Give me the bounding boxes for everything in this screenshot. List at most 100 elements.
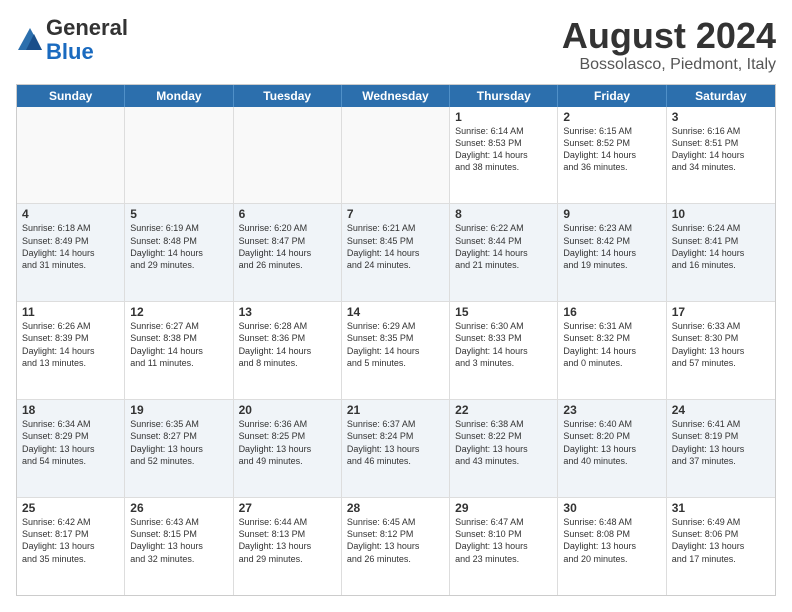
day-cell-20: 20Sunrise: 6:36 AM Sunset: 8:25 PM Dayli… <box>234 400 342 497</box>
day-number: 17 <box>672 305 770 319</box>
day-number: 28 <box>347 501 444 515</box>
day-info: Sunrise: 6:23 AM Sunset: 8:42 PM Dayligh… <box>563 222 660 271</box>
day-cell-26: 26Sunrise: 6:43 AM Sunset: 8:15 PM Dayli… <box>125 498 233 595</box>
day-info: Sunrise: 6:16 AM Sunset: 8:51 PM Dayligh… <box>672 125 770 174</box>
header-day-friday: Friday <box>558 85 666 107</box>
header-day-thursday: Thursday <box>450 85 558 107</box>
day-info: Sunrise: 6:20 AM Sunset: 8:47 PM Dayligh… <box>239 222 336 271</box>
day-number: 15 <box>455 305 552 319</box>
day-info: Sunrise: 6:47 AM Sunset: 8:10 PM Dayligh… <box>455 516 552 565</box>
day-info: Sunrise: 6:35 AM Sunset: 8:27 PM Dayligh… <box>130 418 227 467</box>
day-cell-6: 6Sunrise: 6:20 AM Sunset: 8:47 PM Daylig… <box>234 204 342 301</box>
day-number: 10 <box>672 207 770 221</box>
day-number: 20 <box>239 403 336 417</box>
day-cell-11: 11Sunrise: 6:26 AM Sunset: 8:39 PM Dayli… <box>17 302 125 399</box>
day-number: 25 <box>22 501 119 515</box>
day-cell-5: 5Sunrise: 6:19 AM Sunset: 8:48 PM Daylig… <box>125 204 233 301</box>
day-number: 19 <box>130 403 227 417</box>
day-number: 31 <box>672 501 770 515</box>
logo-blue-text: Blue <box>46 39 94 64</box>
day-info: Sunrise: 6:19 AM Sunset: 8:48 PM Dayligh… <box>130 222 227 271</box>
logo-icon <box>16 26 44 54</box>
day-number: 3 <box>672 110 770 124</box>
day-info: Sunrise: 6:27 AM Sunset: 8:38 PM Dayligh… <box>130 320 227 369</box>
day-info: Sunrise: 6:28 AM Sunset: 8:36 PM Dayligh… <box>239 320 336 369</box>
logo-general-text: General <box>46 15 128 40</box>
day-info: Sunrise: 6:44 AM Sunset: 8:13 PM Dayligh… <box>239 516 336 565</box>
day-cell-22: 22Sunrise: 6:38 AM Sunset: 8:22 PM Dayli… <box>450 400 558 497</box>
day-info: Sunrise: 6:33 AM Sunset: 8:30 PM Dayligh… <box>672 320 770 369</box>
day-cell-24: 24Sunrise: 6:41 AM Sunset: 8:19 PM Dayli… <box>667 400 775 497</box>
day-number: 4 <box>22 207 119 221</box>
calendar-row-5: 25Sunrise: 6:42 AM Sunset: 8:17 PM Dayli… <box>17 497 775 595</box>
day-number: 22 <box>455 403 552 417</box>
day-number: 30 <box>563 501 660 515</box>
day-cell-12: 12Sunrise: 6:27 AM Sunset: 8:38 PM Dayli… <box>125 302 233 399</box>
header-day-saturday: Saturday <box>667 85 775 107</box>
empty-cell <box>234 107 342 204</box>
day-info: Sunrise: 6:40 AM Sunset: 8:20 PM Dayligh… <box>563 418 660 467</box>
day-info: Sunrise: 6:22 AM Sunset: 8:44 PM Dayligh… <box>455 222 552 271</box>
day-cell-4: 4Sunrise: 6:18 AM Sunset: 8:49 PM Daylig… <box>17 204 125 301</box>
day-info: Sunrise: 6:26 AM Sunset: 8:39 PM Dayligh… <box>22 320 119 369</box>
day-info: Sunrise: 6:24 AM Sunset: 8:41 PM Dayligh… <box>672 222 770 271</box>
day-cell-30: 30Sunrise: 6:48 AM Sunset: 8:08 PM Dayli… <box>558 498 666 595</box>
day-cell-31: 31Sunrise: 6:49 AM Sunset: 8:06 PM Dayli… <box>667 498 775 595</box>
day-info: Sunrise: 6:48 AM Sunset: 8:08 PM Dayligh… <box>563 516 660 565</box>
day-cell-16: 16Sunrise: 6:31 AM Sunset: 8:32 PM Dayli… <box>558 302 666 399</box>
day-number: 7 <box>347 207 444 221</box>
day-info: Sunrise: 6:49 AM Sunset: 8:06 PM Dayligh… <box>672 516 770 565</box>
day-number: 5 <box>130 207 227 221</box>
day-info: Sunrise: 6:42 AM Sunset: 8:17 PM Dayligh… <box>22 516 119 565</box>
month-title: August 2024 <box>562 16 776 56</box>
day-number: 27 <box>239 501 336 515</box>
calendar-row-4: 18Sunrise: 6:34 AM Sunset: 8:29 PM Dayli… <box>17 399 775 497</box>
day-info: Sunrise: 6:15 AM Sunset: 8:52 PM Dayligh… <box>563 125 660 174</box>
day-cell-18: 18Sunrise: 6:34 AM Sunset: 8:29 PM Dayli… <box>17 400 125 497</box>
day-number: 23 <box>563 403 660 417</box>
day-info: Sunrise: 6:38 AM Sunset: 8:22 PM Dayligh… <box>455 418 552 467</box>
day-number: 6 <box>239 207 336 221</box>
day-number: 9 <box>563 207 660 221</box>
day-number: 11 <box>22 305 119 319</box>
day-info: Sunrise: 6:43 AM Sunset: 8:15 PM Dayligh… <box>130 516 227 565</box>
day-cell-10: 10Sunrise: 6:24 AM Sunset: 8:41 PM Dayli… <box>667 204 775 301</box>
day-cell-2: 2Sunrise: 6:15 AM Sunset: 8:52 PM Daylig… <box>558 107 666 204</box>
day-info: Sunrise: 6:18 AM Sunset: 8:49 PM Dayligh… <box>22 222 119 271</box>
day-info: Sunrise: 6:21 AM Sunset: 8:45 PM Dayligh… <box>347 222 444 271</box>
day-cell-28: 28Sunrise: 6:45 AM Sunset: 8:12 PM Dayli… <box>342 498 450 595</box>
day-number: 18 <box>22 403 119 417</box>
day-info: Sunrise: 6:45 AM Sunset: 8:12 PM Dayligh… <box>347 516 444 565</box>
day-cell-27: 27Sunrise: 6:44 AM Sunset: 8:13 PM Dayli… <box>234 498 342 595</box>
day-info: Sunrise: 6:31 AM Sunset: 8:32 PM Dayligh… <box>563 320 660 369</box>
day-cell-29: 29Sunrise: 6:47 AM Sunset: 8:10 PM Dayli… <box>450 498 558 595</box>
day-number: 13 <box>239 305 336 319</box>
header-day-wednesday: Wednesday <box>342 85 450 107</box>
calendar: SundayMondayTuesdayWednesdayThursdayFrid… <box>16 84 776 596</box>
header-day-monday: Monday <box>125 85 233 107</box>
header-day-sunday: Sunday <box>17 85 125 107</box>
page: General Blue August 2024 Bossolasco, Pie… <box>0 0 792 612</box>
empty-cell <box>17 107 125 204</box>
empty-cell <box>125 107 233 204</box>
day-number: 21 <box>347 403 444 417</box>
day-number: 14 <box>347 305 444 319</box>
header-day-tuesday: Tuesday <box>234 85 342 107</box>
day-number: 26 <box>130 501 227 515</box>
empty-cell <box>342 107 450 204</box>
day-cell-9: 9Sunrise: 6:23 AM Sunset: 8:42 PM Daylig… <box>558 204 666 301</box>
day-cell-25: 25Sunrise: 6:42 AM Sunset: 8:17 PM Dayli… <box>17 498 125 595</box>
location: Bossolasco, Piedmont, Italy <box>562 56 776 74</box>
header: General Blue August 2024 Bossolasco, Pie… <box>16 16 776 74</box>
calendar-row-2: 4Sunrise: 6:18 AM Sunset: 8:49 PM Daylig… <box>17 203 775 301</box>
calendar-row-1: 1Sunrise: 6:14 AM Sunset: 8:53 PM Daylig… <box>17 107 775 204</box>
day-info: Sunrise: 6:36 AM Sunset: 8:25 PM Dayligh… <box>239 418 336 467</box>
calendar-header: SundayMondayTuesdayWednesdayThursdayFrid… <box>17 85 775 107</box>
day-number: 16 <box>563 305 660 319</box>
day-number: 24 <box>672 403 770 417</box>
day-number: 2 <box>563 110 660 124</box>
day-number: 8 <box>455 207 552 221</box>
day-cell-13: 13Sunrise: 6:28 AM Sunset: 8:36 PM Dayli… <box>234 302 342 399</box>
calendar-row-3: 11Sunrise: 6:26 AM Sunset: 8:39 PM Dayli… <box>17 301 775 399</box>
day-cell-19: 19Sunrise: 6:35 AM Sunset: 8:27 PM Dayli… <box>125 400 233 497</box>
